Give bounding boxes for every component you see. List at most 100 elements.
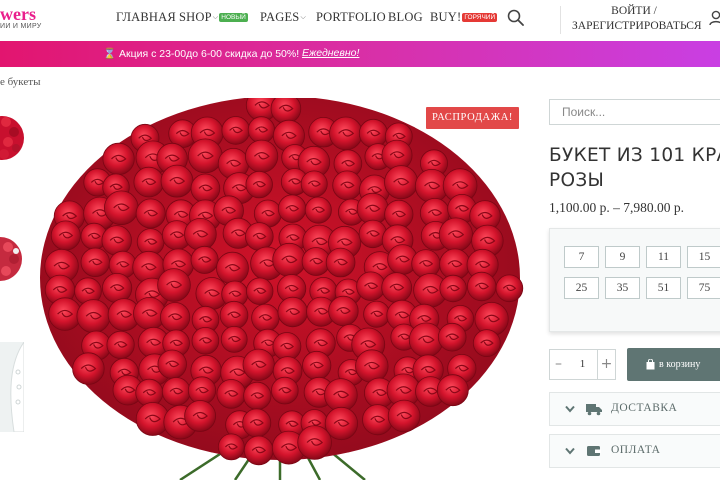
nav-label: SHOP <box>179 10 212 24</box>
rose-head <box>184 218 217 251</box>
rose-head <box>243 381 272 410</box>
variant-option[interactable]: 35 <box>605 277 640 299</box>
thumbnail-lace-image <box>10 342 24 432</box>
user-icon[interactable] <box>709 10 720 26</box>
rose-head <box>437 322 467 352</box>
rose-head <box>277 296 308 328</box>
rose-head <box>277 194 307 223</box>
rose-head <box>101 225 132 256</box>
chevron-down-icon <box>565 447 575 455</box>
nav-item-home[interactable]: ГЛАВНАЯ <box>116 10 176 25</box>
variant-option[interactable]: 51 <box>646 277 681 299</box>
wallet-icon <box>587 446 601 456</box>
promo-text: ⌛ Акция с 23-00до 6-00 скидка до 50%! <box>103 48 300 60</box>
logo-tagline: ИИ И МИРУ <box>0 23 42 30</box>
rose-head <box>297 425 332 460</box>
header-divider <box>560 6 561 34</box>
rose-head <box>329 116 363 151</box>
rose-head <box>72 352 105 385</box>
variant-option[interactable]: 11 <box>646 246 681 268</box>
rose-head <box>157 268 191 302</box>
rose-head <box>245 277 274 305</box>
rose-head <box>439 274 467 303</box>
rose-head <box>245 222 274 251</box>
rose-head <box>251 303 280 333</box>
login-register-link[interactable]: ВОЙТИ / ЗАРЕГИСТРИРОВАТЬСЯ <box>572 4 702 34</box>
variant-option[interactable]: 75 <box>687 277 720 299</box>
rose-head <box>328 295 359 327</box>
nav-item-blog[interactable]: BLOG <box>388 10 423 25</box>
rose-head <box>216 379 247 409</box>
accordion-payment[interactable]: ОПЛАТА <box>549 434 720 468</box>
thumbnail-1[interactable] <box>0 100 24 180</box>
rose-head <box>220 325 248 353</box>
add-to-cart-label: в корзину <box>659 359 701 370</box>
rose-head <box>384 165 419 200</box>
nav-item-shop[interactable]: SHOP⌵ НОВЫЙ <box>179 10 248 25</box>
logo-text: wers <box>0 4 36 24</box>
quantity-decrease-button[interactable]: – <box>549 349 568 380</box>
rose-head <box>304 196 332 224</box>
rose-head <box>243 435 274 466</box>
accordion-label: ДОСТАВКА <box>611 402 678 414</box>
promo-link[interactable]: Ежедневно! <box>302 47 359 59</box>
rose-head <box>133 166 165 198</box>
rose-head <box>362 404 394 436</box>
rose-head <box>242 348 275 381</box>
sidebar-search-input[interactable]: Поиск... <box>549 99 720 125</box>
accordion-label: ОПЛАТА <box>611 444 661 456</box>
chevron-down-icon: ⌵ <box>212 13 219 21</box>
nav-label: BUY! <box>430 10 462 24</box>
rose-head <box>300 170 328 198</box>
nav-item-pages[interactable]: PAGES⌵ <box>260 10 306 25</box>
rose-head <box>436 374 469 407</box>
rose-head <box>495 274 524 303</box>
rose-head <box>384 199 414 230</box>
search-icon[interactable] <box>507 9 524 26</box>
truck-icon <box>586 404 602 416</box>
nav-label: ГЛАВНАЯ <box>116 10 176 24</box>
thumbnail-3[interactable] <box>0 342 24 432</box>
rose-head <box>76 299 111 334</box>
rose-head <box>187 376 217 405</box>
hot-badge: ГОРЯЧИЙ <box>462 13 498 22</box>
rose-head <box>363 300 391 328</box>
thumbnail-2[interactable] <box>0 225 24 295</box>
rose-head <box>190 245 219 274</box>
product-main-image[interactable] <box>30 98 525 480</box>
rose-head <box>104 190 139 226</box>
variant-option[interactable]: 9 <box>605 246 640 268</box>
rose-head <box>102 273 133 304</box>
rose-head <box>187 138 223 174</box>
rose-head <box>325 247 356 278</box>
nav-item-portfolio[interactable]: PORTFOLIO <box>316 10 386 25</box>
rose-head <box>217 433 245 461</box>
rose-head <box>161 377 191 406</box>
login-label: ВОЙТИ / <box>611 5 657 17</box>
register-label: ЗАРЕГИСТРИРОВАТЬСЯ <box>572 20 702 32</box>
variant-option[interactable]: 15 <box>687 246 720 268</box>
rose-head <box>271 376 299 405</box>
site-header: wers ИИ И МИРУ ГЛАВНАЯ SHOP⌵ НОВЫЙ PAGES⌵… <box>0 0 720 41</box>
rose-head <box>355 349 389 383</box>
add-to-cart-button[interactable]: в корзину <box>627 348 720 381</box>
variant-option[interactable]: 25 <box>564 277 599 299</box>
rose-head <box>135 378 164 407</box>
rose-head <box>332 170 363 201</box>
variant-option[interactable]: 7 <box>564 246 599 268</box>
quantity-input[interactable]: 1 <box>567 349 598 380</box>
product-title-line-2: РОЗЫ <box>549 170 605 191</box>
rose-head <box>245 170 273 199</box>
quantity-increase-button[interactable]: + <box>597 349 616 380</box>
product-title: БУКЕТ ИЗ 101 КРА РОЗЫ <box>549 143 720 193</box>
accordion-delivery[interactable]: ДОСТАВКА <box>549 392 720 426</box>
breadcrumb[interactable]: е букеты <box>0 76 40 88</box>
rose-head <box>247 116 275 144</box>
rose-head <box>221 116 251 145</box>
rose-head <box>356 271 386 301</box>
rose-head <box>439 248 471 280</box>
nav-item-buy[interactable]: BUY! ГОРЯЧИЙ <box>430 10 498 25</box>
site-logo[interactable]: wers ИИ И МИРУ <box>0 0 60 41</box>
rose-head <box>191 327 220 355</box>
rose-head <box>102 142 135 176</box>
